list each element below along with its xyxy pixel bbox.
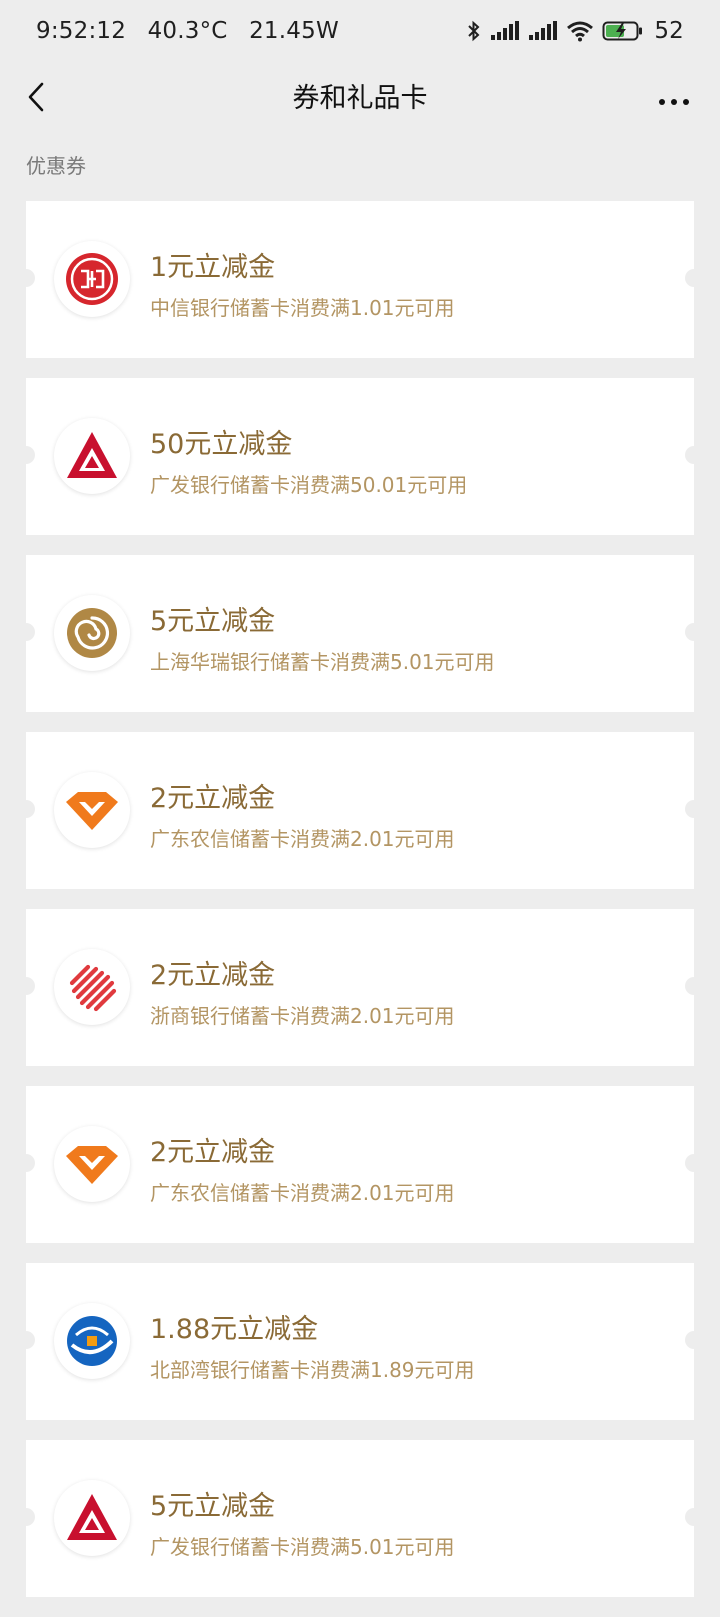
section-label: 优惠券 bbox=[26, 154, 86, 178]
coupon-desc: 广发银行储蓄卡消费满5.01元可用 bbox=[150, 1535, 455, 1559]
czbank-logo-icon bbox=[54, 949, 130, 1025]
signal-icon bbox=[528, 21, 558, 41]
wifi-icon bbox=[566, 20, 594, 42]
coupon-desc: 广发银行储蓄卡消费满50.01元可用 bbox=[150, 473, 468, 497]
coupon-card[interactable]: 2元立减金 广东农信储蓄卡消费满2.01元可用 bbox=[17, 732, 703, 889]
more-button[interactable] bbox=[652, 82, 696, 118]
coupon-title: 2元立减金 bbox=[150, 783, 276, 814]
citic-bank-logo-icon bbox=[54, 241, 130, 317]
page-title: 券和礼品卡 bbox=[292, 83, 428, 114]
status-power: 21.45W bbox=[249, 18, 339, 44]
huarui-bank-logo-icon bbox=[54, 595, 130, 671]
coupon-desc: 北部湾银行储蓄卡消费满1.89元可用 bbox=[150, 1358, 475, 1382]
coupon-title: 50元立减金 bbox=[150, 429, 293, 460]
battery-level: 52 bbox=[654, 18, 684, 44]
coupon-title: 5元立减金 bbox=[150, 606, 276, 637]
status-temperature: 40.3°C bbox=[147, 18, 228, 44]
coupon-desc: 广东农信储蓄卡消费满2.01元可用 bbox=[150, 827, 455, 851]
coupon-title: 2元立减金 bbox=[150, 1137, 276, 1168]
coupon-card[interactable]: 5元立减金 上海华瑞银行储蓄卡消费满5.01元可用 bbox=[17, 555, 703, 712]
coupon-card[interactable]: 2元立减金 浙商银行储蓄卡消费满2.01元可用 bbox=[17, 909, 703, 1066]
nav-bar: 券和礼品卡 bbox=[0, 64, 720, 134]
cgb-bank-logo-icon bbox=[54, 1480, 130, 1556]
coupon-card[interactable]: 2元立减金 广东农信储蓄卡消费满2.01元可用 bbox=[17, 1086, 703, 1243]
coupon-desc: 广东农信储蓄卡消费满2.01元可用 bbox=[150, 1181, 455, 1205]
coupon-card[interactable]: 50元立减金 广发银行储蓄卡消费满50.01元可用 bbox=[17, 378, 703, 535]
gdrcu-logo-icon bbox=[54, 1126, 130, 1202]
coupon-title: 5元立减金 bbox=[150, 1491, 276, 1522]
coupon-desc: 浙商银行储蓄卡消费满2.01元可用 bbox=[150, 1004, 455, 1028]
coupon-card[interactable]: 1元立减金 中信银行储蓄卡消费满1.01元可用 bbox=[17, 201, 703, 358]
more-dots-icon bbox=[658, 91, 690, 110]
status-time: 9:52:12 bbox=[36, 18, 127, 44]
coupon-card[interactable]: 5元立减金 广发银行储蓄卡消费满5.01元可用 bbox=[17, 1440, 703, 1597]
status-bar: 9:52:12 40.3°C 21.45W 52 bbox=[0, 0, 720, 62]
coupon-title: 1元立减金 bbox=[150, 252, 276, 283]
coupon-desc: 上海华瑞银行储蓄卡消费满5.01元可用 bbox=[150, 650, 495, 674]
bbw-bank-logo-icon bbox=[54, 1303, 130, 1379]
coupon-title: 2元立减金 bbox=[150, 960, 276, 991]
coupon-title: 1.88元立减金 bbox=[150, 1314, 319, 1345]
coupon-desc: 中信银行储蓄卡消费满1.01元可用 bbox=[150, 296, 455, 320]
gdrcu-logo-icon bbox=[54, 772, 130, 848]
signal-icon bbox=[490, 21, 520, 41]
coupon-list: 1元立减金 中信银行储蓄卡消费满1.01元可用 50元立减金 广发银行储蓄卡消费… bbox=[17, 201, 703, 1617]
battery-charging-icon bbox=[602, 20, 644, 42]
bluetooth-icon bbox=[466, 19, 482, 43]
cgb-bank-logo-icon bbox=[54, 418, 130, 494]
status-left: 9:52:12 40.3°C 21.45W bbox=[36, 18, 353, 44]
coupon-card[interactable]: 1.88元立减金 北部湾银行储蓄卡消费满1.89元可用 bbox=[17, 1263, 703, 1420]
status-right: 52 bbox=[466, 18, 684, 44]
